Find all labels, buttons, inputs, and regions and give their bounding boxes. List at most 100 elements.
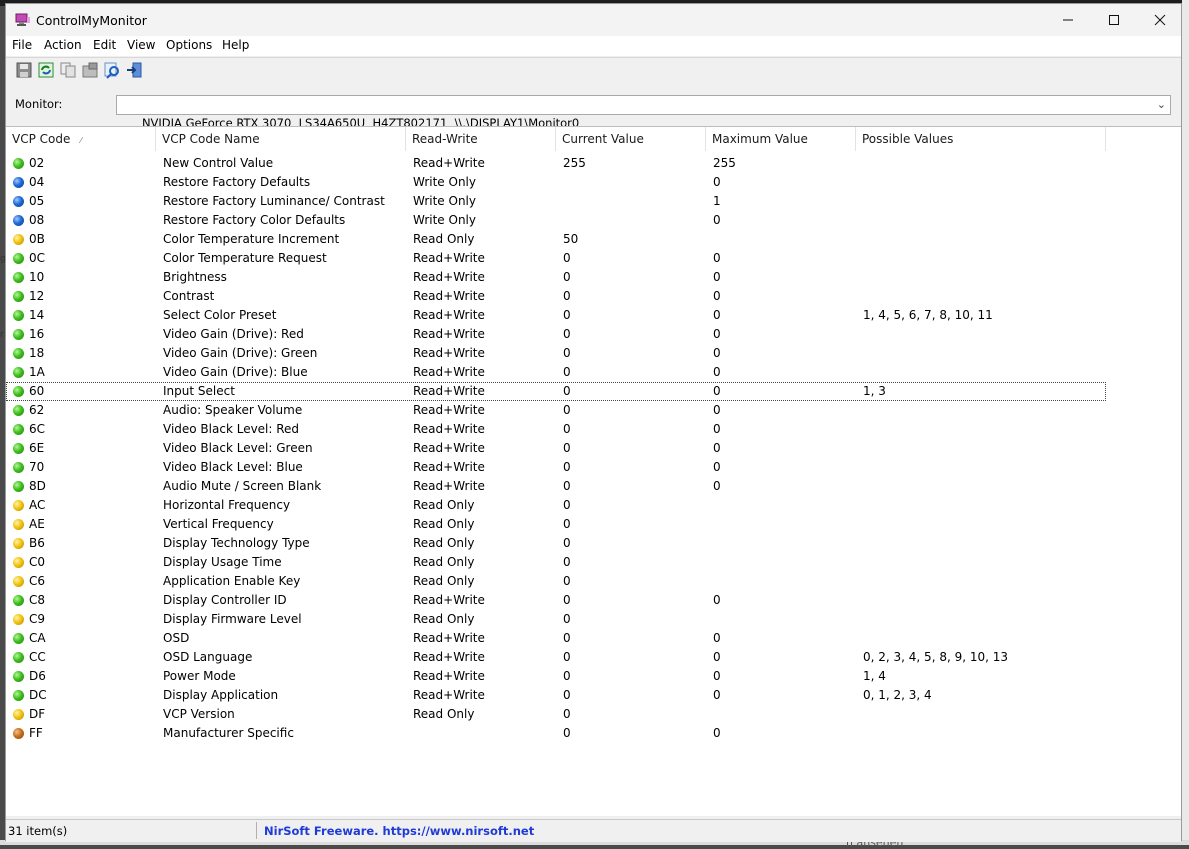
cell-maximum-value: 0 bbox=[713, 173, 721, 192]
table-row[interactable]: AE Vertical Frequency Read Only 0 bbox=[6, 515, 1106, 534]
copy-icon[interactable] bbox=[59, 61, 77, 79]
table-row[interactable]: 16 Video Gain (Drive): Red Read+Write 0 0 bbox=[6, 325, 1106, 344]
column-header-read-write[interactable]: Read-Write bbox=[406, 127, 556, 151]
table-row[interactable]: 6E Video Black Level: Green Read+Write 0 0 bbox=[6, 439, 1106, 458]
cell-vcp-code-name: OSD Language bbox=[163, 648, 252, 667]
cell-vcp-code-name: Video Gain (Drive): Green bbox=[163, 344, 317, 363]
nirsoft-link[interactable]: NirSoft Freeware. https://www.nirsoft.ne… bbox=[264, 824, 534, 838]
table-row[interactable]: 0B Color Temperature Increment Read Only 50 bbox=[6, 230, 1106, 249]
table-row[interactable]: 18 Video Gain (Drive): Green Read+Write 0 0 bbox=[6, 344, 1106, 363]
cell-maximum-value: 0 bbox=[713, 211, 721, 230]
table-row[interactable]: 04 Restore Factory Defaults Write Only 0 bbox=[6, 173, 1106, 192]
table-row[interactable]: 10 Brightness Read+Write 0 0 bbox=[6, 268, 1106, 287]
exit-icon[interactable] bbox=[125, 61, 143, 79]
cell-vcp-code-name: New Control Value bbox=[163, 154, 273, 173]
cell-current-value: 255 bbox=[563, 154, 586, 173]
title-bar[interactable]: ControlMyMonitor bbox=[6, 4, 1181, 36]
find-icon[interactable] bbox=[103, 61, 121, 79]
menu-options[interactable]: Options bbox=[166, 38, 212, 52]
column-header-vcp-code-name[interactable]: VCP Code Name bbox=[156, 127, 406, 151]
status-green-icon bbox=[13, 348, 24, 359]
table-row[interactable]: C6 Application Enable Key Read Only 0 bbox=[6, 572, 1106, 591]
cell-possible-values: 0, 2, 3, 4, 5, 8, 9, 10, 13 bbox=[863, 648, 1008, 667]
column-header-maximum-value[interactable]: Maximum Value bbox=[706, 127, 856, 151]
cell-current-value: 50 bbox=[563, 230, 578, 249]
cell-current-value: 0 bbox=[563, 439, 571, 458]
menu-view[interactable]: View bbox=[127, 38, 155, 52]
monitor-dropdown[interactable]: NVIDIA GeForce RTX 3070 LS34A650U H4ZT80… bbox=[116, 95, 1171, 115]
refresh-icon[interactable] bbox=[37, 61, 55, 79]
cell-vcp-code-name: VCP Version bbox=[163, 705, 235, 724]
cell-current-value: 0 bbox=[563, 325, 571, 344]
cell-current-value: 0 bbox=[563, 686, 571, 705]
menu-help[interactable]: Help bbox=[222, 38, 249, 52]
cell-current-value: 0 bbox=[563, 420, 571, 439]
table-row[interactable]: CC OSD Language Read+Write 0 0 0, 2, 3, 4, 5,… bbox=[6, 648, 1106, 667]
cell-maximum-value: 0 bbox=[713, 287, 721, 306]
cell-current-value: 0 bbox=[563, 648, 571, 667]
table-row[interactable]: C8 Display Controller ID Read+Write 0 0 bbox=[6, 591, 1106, 610]
cell-current-value: 0 bbox=[563, 553, 571, 572]
status-yellow-icon bbox=[13, 538, 24, 549]
cell-vcp-code-name: Brightness bbox=[163, 268, 227, 287]
column-header-possible-values[interactable]: Possible Values bbox=[856, 127, 1106, 151]
cell-current-value: 0 bbox=[563, 363, 571, 382]
cell-vcp-code-name: Application Enable Key bbox=[163, 572, 300, 591]
menu-action[interactable]: Action bbox=[44, 38, 82, 52]
table-row[interactable]: 02 New Control Value Read+Write 255 255 bbox=[6, 154, 1106, 173]
close-button[interactable] bbox=[1137, 4, 1183, 36]
chevron-down-icon[interactable]: ⌄ bbox=[1157, 96, 1166, 114]
table-row[interactable]: C0 Display Usage Time Read Only 0 bbox=[6, 553, 1106, 572]
table-row[interactable]: 62 Audio: Speaker Volume Read+Write 0 0 bbox=[6, 401, 1106, 420]
table-row[interactable]: C9 Display Firmware Level Read Only 0 bbox=[6, 610, 1106, 629]
maximize-icon bbox=[1108, 14, 1120, 26]
cell-maximum-value: 0 bbox=[713, 363, 721, 382]
menu-file[interactable]: File bbox=[12, 38, 32, 52]
table-row[interactable]: 05 Restore Factory Luminance/ Contrast Wri… bbox=[6, 192, 1106, 211]
table-row[interactable]: 1A Video Gain (Drive): Blue Read+Write 0 0 bbox=[6, 363, 1106, 382]
close-icon bbox=[1154, 14, 1166, 26]
cell-current-value: 0 bbox=[563, 629, 571, 648]
table-row[interactable]: 60 Input Select Read+Write 0 0 1, 3 bbox=[6, 382, 1106, 401]
column-header-current-value[interactable]: Current Value bbox=[556, 127, 706, 151]
table-row[interactable]: 70 Video Black Level: Blue Read+Write 0 0 bbox=[6, 458, 1106, 477]
table-row[interactable]: 8D Audio Mute / Screen Blank Read+Write 0 0 bbox=[6, 477, 1106, 496]
cell-vcp-code-name: Display Usage Time bbox=[163, 553, 282, 572]
cell-possible-values: 0, 1, 2, 3, 4 bbox=[863, 686, 932, 705]
menu-edit[interactable]: Edit bbox=[93, 38, 116, 52]
maximize-button[interactable] bbox=[1091, 4, 1137, 36]
table-row[interactable]: DF VCP Version Read Only 0 bbox=[6, 705, 1106, 724]
vcp-code-list[interactable]: VCP Code ⁄ VCP Code Name Read-Write Curre… bbox=[6, 126, 1181, 816]
cell-vcp-code-name: Display Firmware Level bbox=[163, 610, 302, 629]
minimize-button[interactable] bbox=[1045, 4, 1091, 36]
cell-maximum-value: 1 bbox=[713, 192, 721, 211]
table-row[interactable]: 6C Video Black Level: Red Read+Write 0 0 bbox=[6, 420, 1106, 439]
table-row[interactable]: 12 Contrast Read+Write 0 0 bbox=[6, 287, 1106, 306]
status-yellow-icon bbox=[13, 576, 24, 587]
cell-read-write: Read+Write bbox=[413, 382, 485, 401]
table-row[interactable]: D6 Power Mode Read+Write 0 0 1, 4 bbox=[6, 667, 1106, 686]
window-title: ControlMyMonitor bbox=[36, 13, 147, 28]
table-row[interactable]: FF Manufacturer Specific 0 0 bbox=[6, 724, 1106, 743]
cell-current-value: 0 bbox=[563, 496, 571, 515]
table-row[interactable]: B6 Display Technology Type Read Only 0 bbox=[6, 534, 1106, 553]
table-row[interactable]: 14 Select Color Preset Read+Write 0 0 1, 4, 5… bbox=[6, 306, 1106, 325]
cell-vcp-code: 70 bbox=[29, 458, 44, 477]
cell-possible-values: 1, 4 bbox=[863, 667, 886, 686]
table-row[interactable]: AC Horizontal Frequency Read Only 0 bbox=[6, 496, 1106, 515]
table-row[interactable]: 08 Restore Factory Color Defaults Write On… bbox=[6, 211, 1106, 230]
cell-vcp-code-name: Color Temperature Increment bbox=[163, 230, 339, 249]
cell-read-write: Read+Write bbox=[413, 249, 485, 268]
table-row[interactable]: DC Display Application Read+Write 0 0 0, 1, 2… bbox=[6, 686, 1106, 705]
save-icon[interactable] bbox=[15, 61, 33, 79]
column-header-vcp-code[interactable]: VCP Code ⁄ bbox=[6, 127, 156, 151]
status-yellow-icon bbox=[13, 614, 24, 625]
table-row[interactable]: CA OSD Read+Write 0 0 bbox=[6, 629, 1106, 648]
cell-vcp-code: 6E bbox=[29, 439, 44, 458]
cell-vcp-code-name: Audio Mute / Screen Blank bbox=[163, 477, 321, 496]
properties-icon[interactable] bbox=[81, 61, 99, 79]
table-row[interactable]: 0C Color Temperature Request Read+Write 0 0 bbox=[6, 249, 1106, 268]
cell-maximum-value: 0 bbox=[713, 686, 721, 705]
cell-vcp-code: 05 bbox=[29, 192, 44, 211]
cell-read-write: Read+Write bbox=[413, 344, 485, 363]
